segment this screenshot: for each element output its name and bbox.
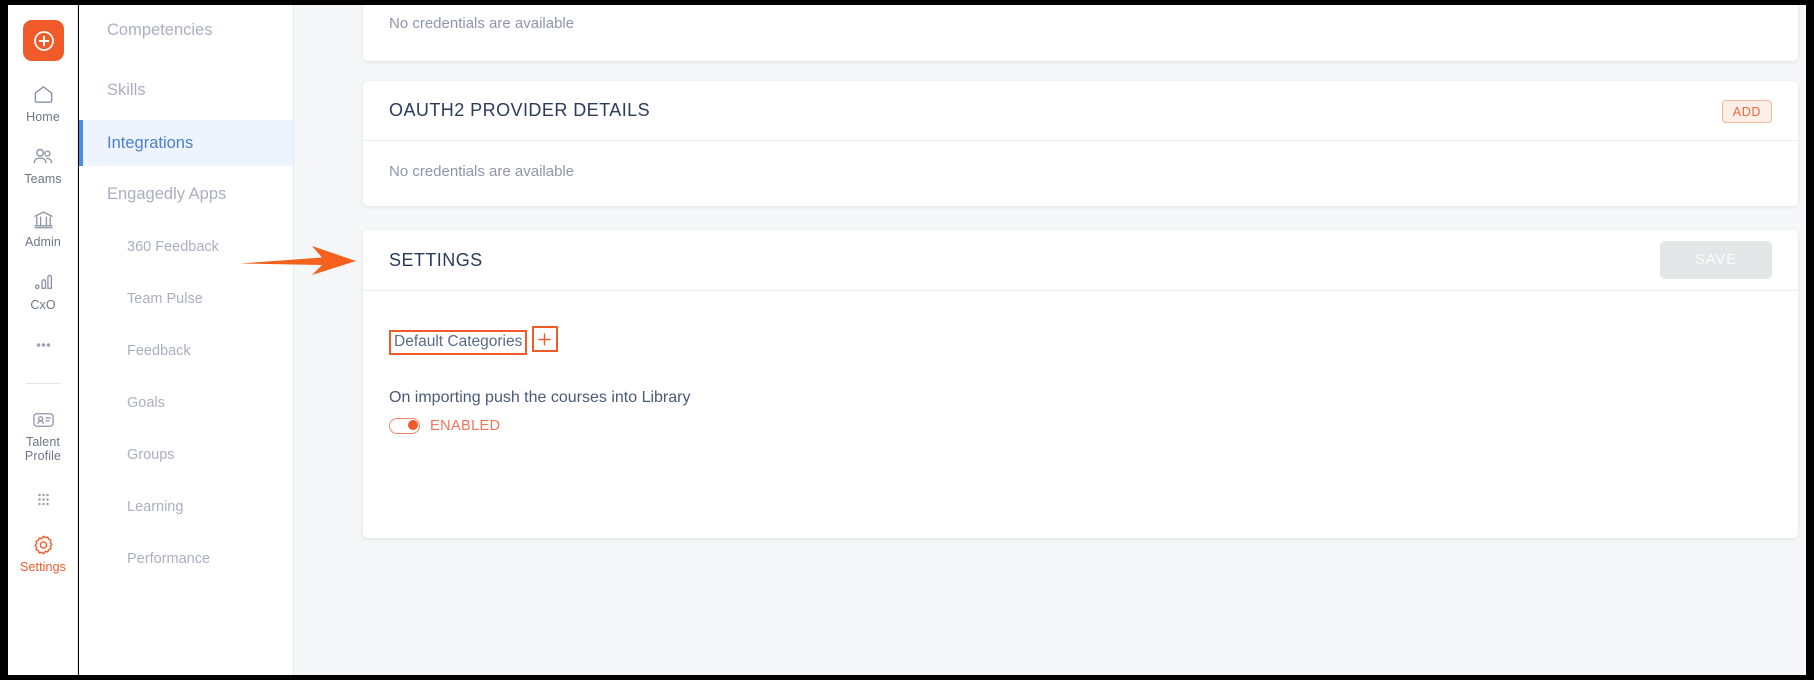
bank-icon <box>8 208 78 232</box>
credentials-card-body: No credentials are available <box>363 5 1798 54</box>
import-push-toggle-row: ENABLED <box>389 417 1772 434</box>
nav-label-learning: Learning <box>127 499 184 515</box>
nav-label-goals: Goals <box>127 395 165 411</box>
rail-label-home: Home <box>26 110 60 124</box>
import-push-toggle-state: ENABLED <box>430 417 501 434</box>
nav-item-team-pulse[interactable]: Team Pulse <box>79 280 293 318</box>
nav-item-skills[interactable]: Skills <box>79 71 293 109</box>
rail-item-more[interactable] <box>8 335 78 363</box>
rail-label-settings: Settings <box>20 560 66 574</box>
main-content: No credentials are available OAUTH2 PROV… <box>294 5 1806 675</box>
nav-label-engagedly-apps: Engagedly Apps <box>107 184 227 203</box>
nav-item-groups[interactable]: Groups <box>79 436 293 474</box>
secondary-navigation: Competencies Skills Integrations Engaged… <box>79 5 294 675</box>
toggle-knob <box>407 420 418 430</box>
plus-icon <box>538 332 551 346</box>
credentials-card: No credentials are available <box>363 5 1798 61</box>
rail-item-settings[interactable]: Settings <box>8 533 78 575</box>
nav-label-integrations: Integrations <box>107 133 194 152</box>
nav-item-engagedly-apps[interactable]: Engagedly Apps <box>79 175 293 213</box>
nav-label-360-feedback: 360 Feedback <box>127 239 219 255</box>
app-screenshot: Home Teams Admin CxO Talent Profile Sett… <box>0 0 1814 680</box>
import-push-setting-label: On importing push the courses into Libra… <box>389 388 691 406</box>
nav-label-feedback: Feedback <box>127 343 191 359</box>
settings-card: SETTINGS SAVE Default Categories On impo… <box>363 230 1798 538</box>
add-category-highlight <box>531 326 558 352</box>
rail-divider <box>26 383 60 384</box>
rail-label-admin: Admin <box>25 235 61 249</box>
credentials-empty-text: No credentials are available <box>389 15 575 32</box>
nav-item-integrations[interactable]: Integrations <box>79 120 293 166</box>
add-category-button[interactable] <box>533 328 556 350</box>
rail-item-cxo[interactable]: CxO <box>8 271 78 313</box>
default-categories-label-highlight: Default Categories <box>389 329 528 355</box>
rail-item-talent-profile[interactable]: Talent Profile <box>8 408 78 463</box>
nav-item-learning[interactable]: Learning <box>79 488 293 526</box>
rail-label-cxo: CxO <box>30 298 56 312</box>
rail-label-talent-profile: Talent Profile <box>24 435 62 463</box>
add-oauth2-provider-button[interactable]: ADD <box>1721 100 1772 123</box>
nav-item-360-feedback[interactable]: 360 Feedback <box>79 228 293 266</box>
id-card-icon <box>8 408 78 432</box>
home-icon <box>8 83 78 107</box>
people-icon <box>8 145 78 169</box>
settings-card-title: SETTINGS <box>389 249 483 270</box>
rail-item-teams[interactable]: Teams <box>8 145 78 187</box>
rail-item-admin[interactable]: Admin <box>8 208 78 250</box>
circle-plus-icon <box>33 30 54 51</box>
nav-label-groups: Groups <box>127 447 175 463</box>
save-button[interactable]: SAVE <box>1660 241 1772 279</box>
import-push-toggle[interactable] <box>389 417 420 434</box>
oauth2-empty-text: No credentials are available <box>389 163 575 180</box>
grid-dots-icon <box>8 489 78 513</box>
oauth2-card-title: OAUTH2 PROVIDER DETAILS <box>389 100 651 120</box>
default-categories-label: Default Categories <box>394 332 523 350</box>
more-dots-icon <box>8 335 78 359</box>
oauth2-card-body: No credentials are available <box>363 141 1798 202</box>
rail-item-home[interactable]: Home <box>8 83 78 125</box>
rail-item-apps[interactable] <box>8 489 78 517</box>
nav-item-performance[interactable]: Performance <box>79 540 293 578</box>
nav-label-competencies: Competencies <box>107 20 213 39</box>
gear-icon <box>8 533 78 557</box>
nav-item-competencies[interactable]: Competencies <box>79 11 293 49</box>
bar-chart-icon <box>8 271 78 295</box>
oauth2-provider-card: OAUTH2 PROVIDER DETAILS ADD No credentia… <box>363 81 1798 206</box>
rail-label-teams: Teams <box>24 172 62 186</box>
oauth2-card-header: OAUTH2 PROVIDER DETAILS ADD <box>363 81 1798 141</box>
nav-item-feedback[interactable]: Feedback <box>79 332 293 370</box>
brand-logo[interactable] <box>23 20 64 61</box>
nav-item-goals[interactable]: Goals <box>79 384 293 422</box>
nav-label-skills: Skills <box>107 80 146 99</box>
settings-card-body: Default Categories On importing push the… <box>363 291 1798 456</box>
settings-card-header: SETTINGS SAVE <box>363 230 1798 291</box>
primary-icon-rail: Home Teams Admin CxO Talent Profile Sett… <box>8 5 78 675</box>
nav-label-performance: Performance <box>127 551 211 567</box>
nav-label-team-pulse: Team Pulse <box>127 291 203 307</box>
